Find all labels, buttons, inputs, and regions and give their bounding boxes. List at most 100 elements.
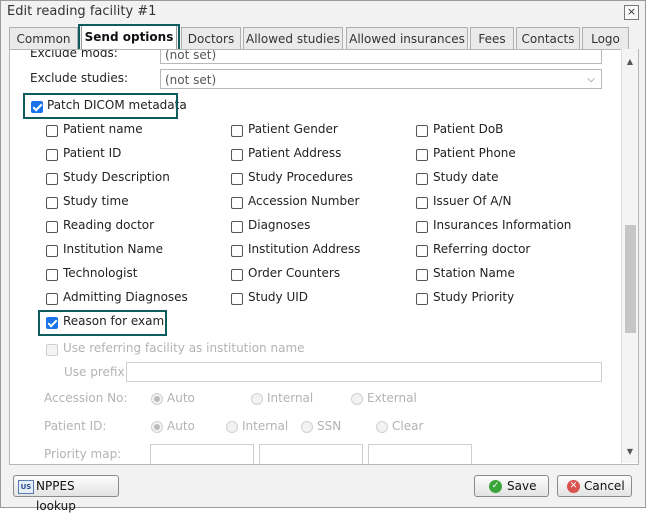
- field-checkbox[interactable]: [416, 125, 428, 137]
- field-label: Order Counters: [248, 266, 341, 280]
- save-button[interactable]: ✓ Save: [474, 475, 549, 497]
- exclude-mods-label: Exclude mods:: [30, 49, 118, 60]
- save-check-icon: ✓: [489, 480, 502, 493]
- accession-external-radio[interactable]: [351, 393, 363, 405]
- field-checkbox[interactable]: [231, 221, 243, 233]
- field-label: Patient DoB: [433, 122, 504, 136]
- priority-map-input-1[interactable]: [150, 444, 254, 464]
- field-checkbox[interactable]: [46, 293, 58, 305]
- nppes-lookup-button[interactable]: US NPPES lookup: [13, 475, 119, 513]
- tab-allowed-insurances[interactable]: Allowed insurances: [346, 27, 468, 50]
- accession-no-label: Accession No:: [44, 391, 128, 405]
- field-label: Patient Phone: [433, 146, 516, 160]
- field-checkbox[interactable]: [46, 149, 58, 161]
- field-checkbox[interactable]: [231, 173, 243, 185]
- tab-doctors[interactable]: Doctors: [181, 27, 241, 50]
- patient-id-internal-radio[interactable]: [226, 421, 238, 433]
- field-label: Insurances Information: [433, 218, 572, 232]
- edit-facility-dialog: Edit reading facility #1 × Common Send o…: [0, 0, 646, 513]
- tab-logo[interactable]: Logo: [582, 27, 629, 50]
- priority-map-input-3[interactable]: [368, 444, 472, 464]
- panel-scrollbar[interactable]: ▲ ▼: [621, 49, 638, 463]
- field-checkbox[interactable]: [416, 149, 428, 161]
- field-checkbox[interactable]: [416, 173, 428, 185]
- accession-internal-radio[interactable]: [251, 393, 263, 405]
- dialog-title: Edit reading facility #1: [7, 4, 157, 19]
- priority-map-input-2[interactable]: [259, 444, 363, 464]
- priority-map-label: Priority map:: [44, 447, 122, 461]
- field-label: Accession Number: [248, 194, 360, 208]
- exclude-studies-select[interactable]: (not set) ⌵: [160, 69, 602, 89]
- field-checkbox[interactable]: [231, 125, 243, 137]
- field-label: Reading doctor: [63, 218, 155, 232]
- field-checkbox[interactable]: [416, 221, 428, 233]
- field-label: Admitting Diagnoses: [63, 290, 188, 304]
- tab-send-options[interactable]: Send options: [81, 25, 177, 51]
- reason-for-exam-checkbox[interactable]: [46, 317, 58, 329]
- nppes-icon: US: [18, 480, 34, 494]
- field-label: Study date: [433, 170, 499, 184]
- patch-dicom-checkbox[interactable]: [31, 101, 43, 113]
- field-checkbox[interactable]: [231, 245, 243, 257]
- send-options-panel: Exclude mods: (not set) Exclude studies:…: [9, 49, 639, 465]
- reason-for-exam-label: Reason for exam: [63, 314, 165, 328]
- scroll-up-icon[interactable]: ▲: [625, 57, 635, 67]
- accession-internal-label: Internal: [267, 391, 314, 405]
- accession-auto-radio[interactable]: [151, 393, 163, 405]
- field-label: Patient Gender: [248, 122, 338, 136]
- field-checkbox[interactable]: [416, 269, 428, 281]
- field-checkbox[interactable]: [231, 149, 243, 161]
- field-label: Study Priority: [433, 290, 515, 304]
- scrollbar-thumb[interactable]: [625, 225, 636, 333]
- field-checkbox[interactable]: [416, 245, 428, 257]
- field-checkbox[interactable]: [231, 269, 243, 281]
- cancel-x-icon: ✕: [567, 480, 580, 493]
- field-label: Study Procedures: [248, 170, 354, 184]
- exclude-mods-select[interactable]: (not set): [160, 49, 602, 64]
- use-referring-checkbox[interactable]: [46, 344, 58, 356]
- field-checkbox[interactable]: [46, 173, 58, 185]
- field-label: Technologist: [63, 266, 138, 280]
- tab-common[interactable]: Common: [9, 27, 78, 50]
- field-label: Study time: [63, 194, 129, 208]
- scroll-down-icon[interactable]: ▼: [625, 447, 635, 457]
- patient-id-ssn-label: SSN: [317, 419, 342, 433]
- field-checkbox[interactable]: [46, 269, 58, 281]
- nppes-lookup-label: NPPES lookup: [36, 479, 76, 513]
- patient-id-clear-radio[interactable]: [376, 421, 388, 433]
- exclude-mods-value: (not set): [165, 49, 217, 62]
- field-label: Institution Name: [63, 242, 163, 256]
- exclude-studies-value: (not set): [165, 73, 217, 87]
- field-checkbox[interactable]: [231, 197, 243, 209]
- field-label: Study UID: [248, 290, 309, 304]
- cancel-button[interactable]: ✕ Cancel: [557, 475, 632, 497]
- tab-fees[interactable]: Fees: [470, 27, 514, 50]
- field-checkbox[interactable]: [46, 245, 58, 257]
- patient-id-clear-label: Clear: [392, 419, 424, 433]
- patient-id-ssn-radio[interactable]: [301, 421, 313, 433]
- field-checkbox[interactable]: [231, 293, 243, 305]
- patient-id-label: Patient ID:: [44, 419, 107, 433]
- field-checkbox[interactable]: [46, 197, 58, 209]
- field-label: Diagnoses: [248, 218, 311, 232]
- field-label: Referring doctor: [433, 242, 531, 256]
- tab-allowed-studies[interactable]: Allowed studies: [243, 27, 343, 50]
- cancel-label: Cancel: [584, 479, 625, 493]
- field-label: Issuer Of A/N: [433, 194, 512, 208]
- patient-id-internal-label: Internal: [242, 419, 289, 433]
- field-checkbox[interactable]: [46, 125, 58, 137]
- patch-dicom-label: Patch DICOM metadata: [47, 98, 187, 112]
- field-checkbox[interactable]: [416, 293, 428, 305]
- patient-id-auto-radio[interactable]: [151, 421, 163, 433]
- field-checkbox[interactable]: [416, 197, 428, 209]
- field-checkbox[interactable]: [46, 221, 58, 233]
- title-bar: Edit reading facility #1 ×: [1, 1, 645, 23]
- use-prefix-label: Use prefix:: [64, 365, 129, 379]
- use-prefix-input[interactable]: [126, 362, 602, 382]
- patient-id-auto-label: Auto: [167, 419, 195, 433]
- field-label: Study Description: [63, 170, 170, 184]
- tab-contacts[interactable]: Contacts: [516, 27, 580, 50]
- field-label: Institution Address: [248, 242, 361, 256]
- field-label: Patient Address: [248, 146, 342, 160]
- close-icon[interactable]: ×: [624, 5, 639, 20]
